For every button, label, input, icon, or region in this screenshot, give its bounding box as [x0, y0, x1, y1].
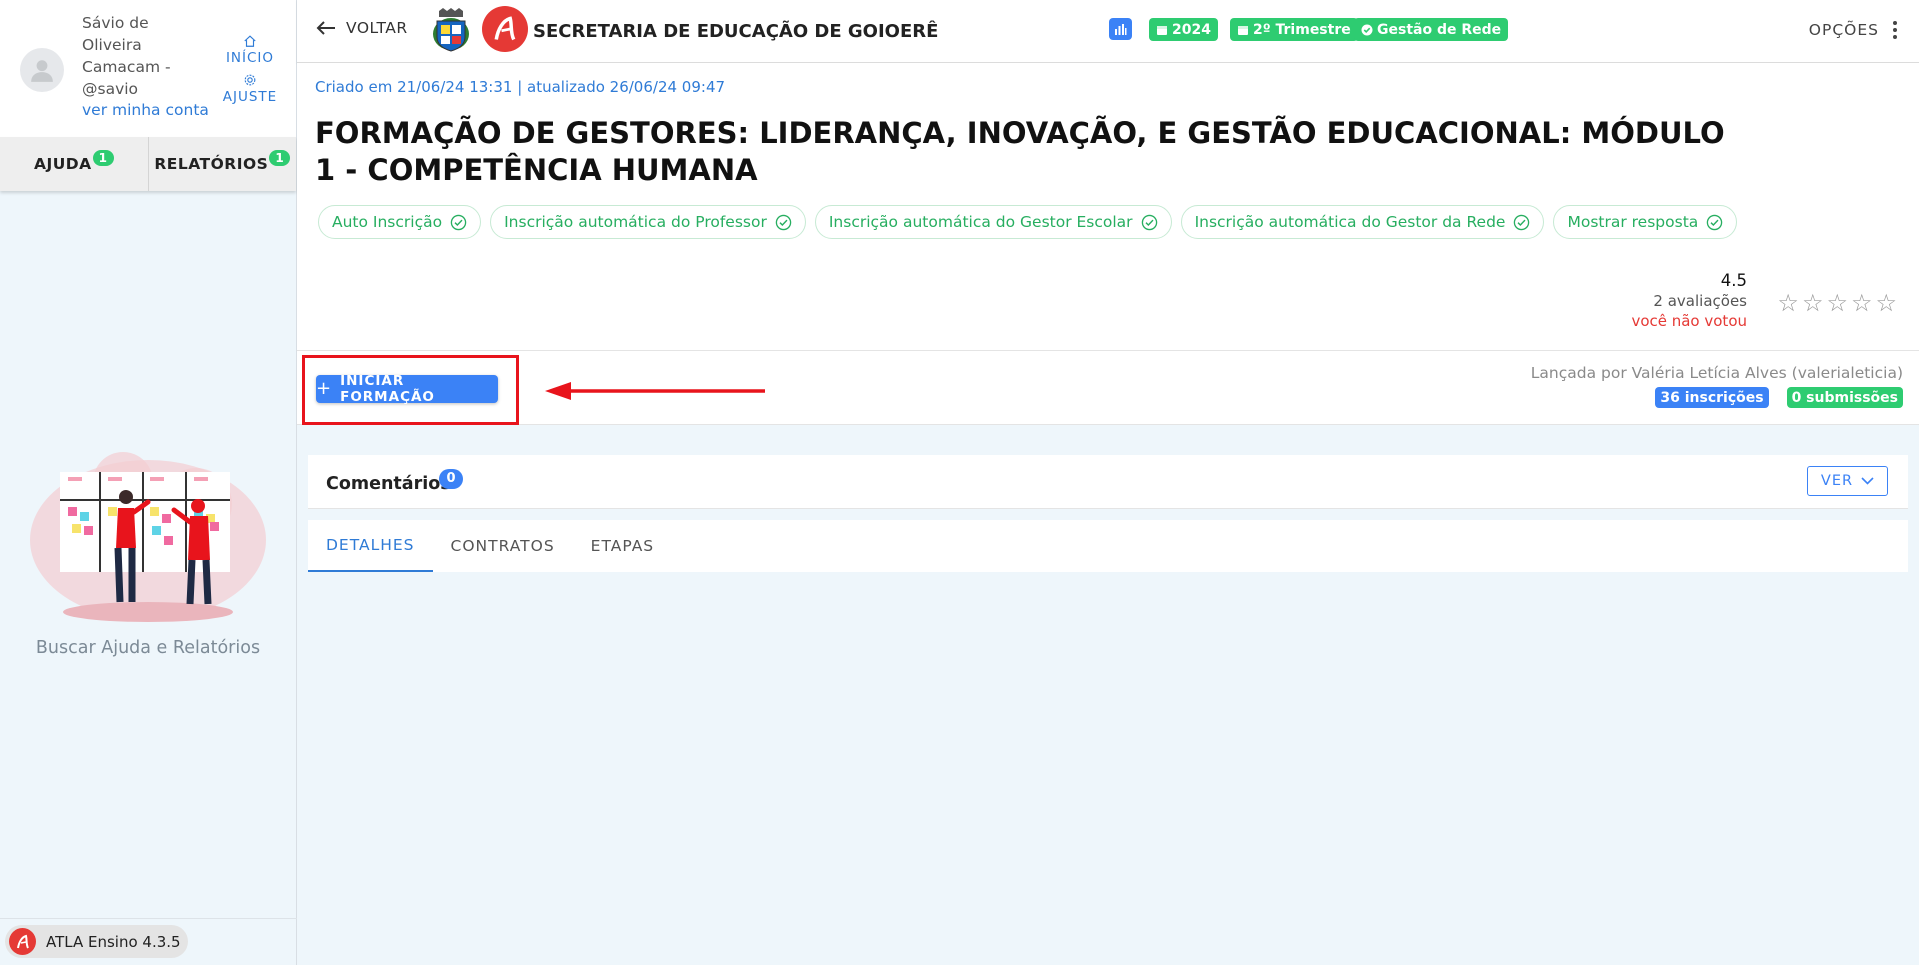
comments-title: Comentários	[326, 474, 451, 494]
chip-label: Auto Inscrição	[332, 213, 443, 231]
term-badge-label: 2º Trimestre	[1253, 21, 1351, 38]
enrollments-badge[interactable]: 36 inscrições	[1655, 387, 1769, 408]
statistics-button[interactable]	[1109, 18, 1132, 40]
plus-icon: +	[316, 378, 333, 399]
sidebar-tabs: AJUDA 1 RELATÓRIOS 1	[0, 137, 296, 191]
start-training-label: INICIAR FORMAÇÃO	[340, 373, 435, 405]
comments-count-badge: 0	[439, 469, 463, 489]
check-circle-icon	[1361, 24, 1373, 35]
page-title: FORMAÇÃO DE GESTORES: LIDERANÇA, INOVAÇÃ…	[315, 116, 1725, 187]
comments-panel: Comentários 0 VER	[308, 455, 1908, 509]
view-comments-label: VER	[1820, 473, 1854, 489]
view-comments-button[interactable]: VER	[1807, 466, 1888, 496]
rating-summary: 4.5 2 avaliações você não votou	[1631, 271, 1747, 330]
check-circle-icon	[450, 214, 467, 230]
calendar-icon	[1157, 25, 1167, 35]
check-circle-icon	[775, 214, 792, 230]
star-icon[interactable]: ☆	[1851, 289, 1873, 317]
star-icon[interactable]: ☆	[1802, 289, 1824, 317]
vote-status: você não votou	[1631, 312, 1747, 330]
gear-icon	[218, 73, 282, 89]
detail-tabs: DETALHES CONTRATOS ETAPAS	[308, 520, 1908, 572]
chip-show-answer[interactable]: Mostrar resposta	[1553, 205, 1738, 239]
top-bar: VOLTAR SECRETARIA DE EDUCAÇÃO DE GOIOERÊ…	[297, 0, 1919, 63]
network-management-badge[interactable]: Gestão de Rede	[1354, 18, 1509, 41]
options-label: OPÇÕES	[1808, 21, 1879, 39]
rating-score: 4.5	[1720, 271, 1747, 290]
avatar[interactable]	[20, 48, 64, 92]
version-chip[interactable]: ATLA Ensino 4.3.5	[5, 925, 188, 958]
chip-auto-enroll[interactable]: Auto Inscrição	[318, 205, 482, 239]
chip-auto-enroll-network-manager[interactable]: Inscrição automática do Gestor da Rede	[1180, 205, 1545, 239]
tab-reports[interactable]: RELATÓRIOS 1	[147, 137, 297, 191]
check-circle-icon	[1141, 214, 1157, 230]
version-label: ATLA Ensino 4.3.5	[46, 932, 181, 951]
my-account-link[interactable]: ver minha conta	[82, 101, 209, 119]
options-menu[interactable]: OPÇÕES	[1809, 21, 1897, 39]
atla-logo-icon	[482, 6, 528, 52]
chip-label: Inscrição automática do Professor	[504, 213, 767, 231]
start-training-button[interactable]: + INICIAR FORMAÇÃO	[316, 373, 498, 405]
star-rating[interactable]: ☆ ☆ ☆ ☆ ☆	[1777, 289, 1897, 317]
user-name: Sávio de Oliveira Camacam - @savio	[82, 14, 171, 98]
tab-contracts[interactable]: CONTRATOS	[433, 520, 573, 572]
tab-stages[interactable]: ETAPAS	[573, 520, 672, 572]
tab-details[interactable]: DETALHES	[308, 520, 433, 572]
help-count-badge: 1	[92, 150, 114, 166]
atla-logo-icon	[9, 928, 36, 955]
settings-link[interactable]: AJUSTE	[218, 73, 282, 105]
back-label: VOLTAR	[346, 19, 408, 37]
check-circle-icon	[1707, 214, 1723, 230]
settings-chips: Auto Inscrição Inscrição automática do P…	[318, 205, 1738, 239]
submissions-badge[interactable]: 0 submissões	[1786, 387, 1903, 408]
course-header: Criado em 21/06/24 13:31 | atualizado 26…	[297, 63, 1919, 350]
chip-label: Inscrição automática do Gestor da Rede	[1194, 213, 1506, 231]
home-link-label: INÍCIO	[225, 50, 275, 66]
settings-link-label: AJUSTE	[222, 89, 278, 105]
help-caption: Buscar Ajuda e Relatórios	[35, 638, 261, 658]
action-bar: + INICIAR FORMAÇÃO Lançada por Valéria L…	[297, 350, 1919, 425]
institution-name: SECRETARIA DE EDUCAÇÃO DE GOIOERÊ	[533, 21, 939, 42]
user-profile: Sávio de Oliveira Camacam - @savio ver m…	[0, 0, 296, 137]
calendar-icon	[1238, 25, 1248, 35]
star-icon[interactable]: ☆	[1826, 289, 1848, 317]
course-meta: Criado em 21/06/24 13:31 | atualizado 26…	[315, 78, 726, 96]
home-link[interactable]: INÍCIO	[218, 34, 282, 66]
launched-by: Lançada por Valéria Letícia Alves (valer…	[1530, 364, 1903, 382]
back-button[interactable]: VOLTAR	[316, 19, 408, 37]
help-illustration	[30, 452, 266, 622]
chip-auto-enroll-school-manager[interactable]: Inscrição automática do Gestor Escolar	[814, 205, 1172, 239]
reports-count-badge: 1	[269, 150, 291, 166]
star-icon[interactable]: ☆	[1777, 289, 1799, 317]
chip-auto-enroll-teacher[interactable]: Inscrição automática do Professor	[490, 205, 806, 239]
rating-count: 2 avaliações	[1653, 292, 1747, 310]
term-badge[interactable]: 2º Trimestre	[1230, 18, 1358, 41]
tab-help[interactable]: AJUDA 1	[0, 137, 148, 191]
year-badge-label: 2024	[1172, 21, 1211, 38]
course-stats: 36 inscrições 0 submissões	[1655, 387, 1903, 408]
home-icon	[218, 34, 282, 50]
chip-label: Inscrição automática do Gestor Escolar	[828, 213, 1133, 231]
check-circle-icon	[1514, 214, 1530, 230]
bar-chart-icon	[1115, 23, 1127, 35]
network-badge-label: Gestão de Rede	[1377, 21, 1502, 38]
star-icon[interactable]: ☆	[1875, 289, 1897, 317]
divider	[0, 918, 297, 919]
chip-label: Mostrar resposta	[1567, 213, 1699, 231]
arrow-left-icon	[316, 21, 335, 35]
user-icon	[31, 60, 53, 82]
more-vertical-icon	[1893, 21, 1897, 39]
arrow-annotation-icon	[545, 382, 765, 400]
tab-reports-label: RELATÓRIOS	[154, 155, 269, 173]
year-badge[interactable]: 2024	[1149, 18, 1218, 41]
tab-help-label: AJUDA	[33, 155, 92, 173]
chevron-down-icon	[1861, 477, 1874, 485]
city-crest-logo	[433, 8, 469, 52]
sidebar: Sávio de Oliveira Camacam - @savio ver m…	[0, 0, 297, 965]
